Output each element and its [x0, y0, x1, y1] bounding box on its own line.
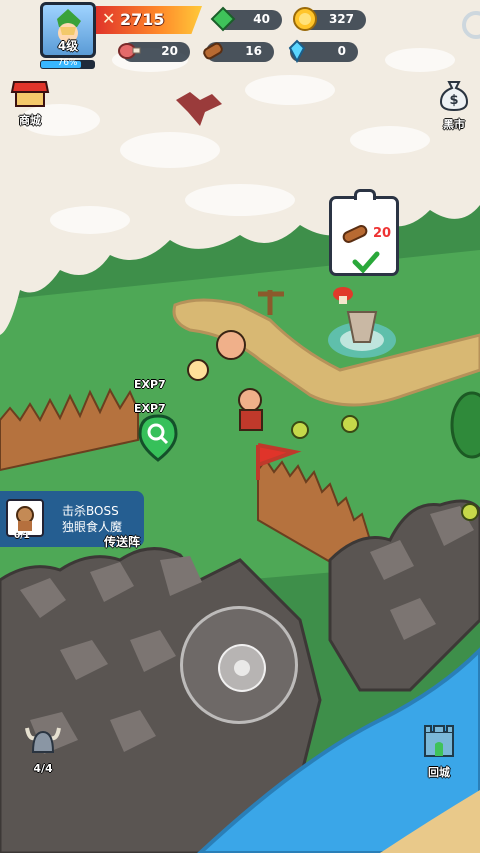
game-map: [0, 0, 480, 853]
return-city-label: 回城: [428, 766, 450, 779]
wood-count: 16: [245, 44, 262, 58]
shop-label: 商城: [19, 114, 41, 127]
xp-bar: 76%: [40, 58, 95, 69]
quest-card[interactable]: 20: [329, 189, 399, 276]
black-market-button[interactable]: $ 黑市: [436, 78, 472, 132]
wood-log-icon: [203, 42, 223, 60]
quest-wood-count: 20: [373, 226, 392, 241]
viking-helmet-icon: [25, 727, 61, 753]
crossed-swords-icon: ✕: [102, 9, 116, 28]
troops-count: 4/4: [33, 762, 53, 775]
resource-gem[interactable]: 40: [210, 6, 282, 32]
blue-crystal-icon: [288, 39, 306, 64]
shop-stall-icon: [10, 81, 50, 107]
virtual-joystick[interactable]: [180, 606, 298, 724]
castle-icon: [424, 725, 454, 757]
exp-gain-label: EXP7: [134, 378, 166, 391]
player-level: 4级: [57, 39, 79, 53]
combat-power-value: 2715: [120, 10, 165, 29]
settings-gear-icon[interactable]: [456, 10, 480, 40]
resource-wood[interactable]: 16: [203, 42, 274, 62]
tree: [450, 391, 480, 459]
check-icon: [352, 251, 380, 273]
resource-coin[interactable]: 327: [293, 7, 366, 31]
portal-label: 传送阵: [104, 535, 141, 549]
search-marker-icon[interactable]: [138, 414, 178, 462]
black-market-label: 黑市: [443, 118, 465, 131]
money-bag-icon: $: [439, 81, 469, 112]
gem-count: 40: [253, 12, 270, 26]
task-progress: 0/1: [14, 531, 30, 541]
shop-button[interactable]: 商城: [10, 78, 50, 128]
task-title: 击杀BOSS: [62, 504, 119, 518]
player-avatar[interactable]: 4级: [40, 2, 96, 58]
ogre-boss-icon: [16, 506, 34, 531]
return-city-button[interactable]: 回城: [420, 722, 458, 780]
green-gem-icon: [210, 6, 236, 32]
joystick-knob[interactable]: [218, 644, 266, 692]
gold-coin-icon: [293, 7, 317, 31]
meat-count: 20: [161, 44, 178, 58]
svg-text:$: $: [449, 93, 458, 108]
clipboard-clip: [354, 189, 376, 200]
resource-meat[interactable]: 20: [118, 42, 190, 62]
combat-power: ✕ 2715: [96, 6, 202, 34]
troops-button[interactable]: 4/4: [22, 722, 64, 775]
wood-log-icon: [342, 225, 368, 243]
coin-count: 327: [328, 12, 354, 26]
resource-crystal[interactable]: 0: [288, 39, 358, 64]
crystal-count: 0: [337, 44, 346, 58]
xp-percent: 76%: [57, 58, 78, 68]
meat-icon: [118, 43, 141, 59]
